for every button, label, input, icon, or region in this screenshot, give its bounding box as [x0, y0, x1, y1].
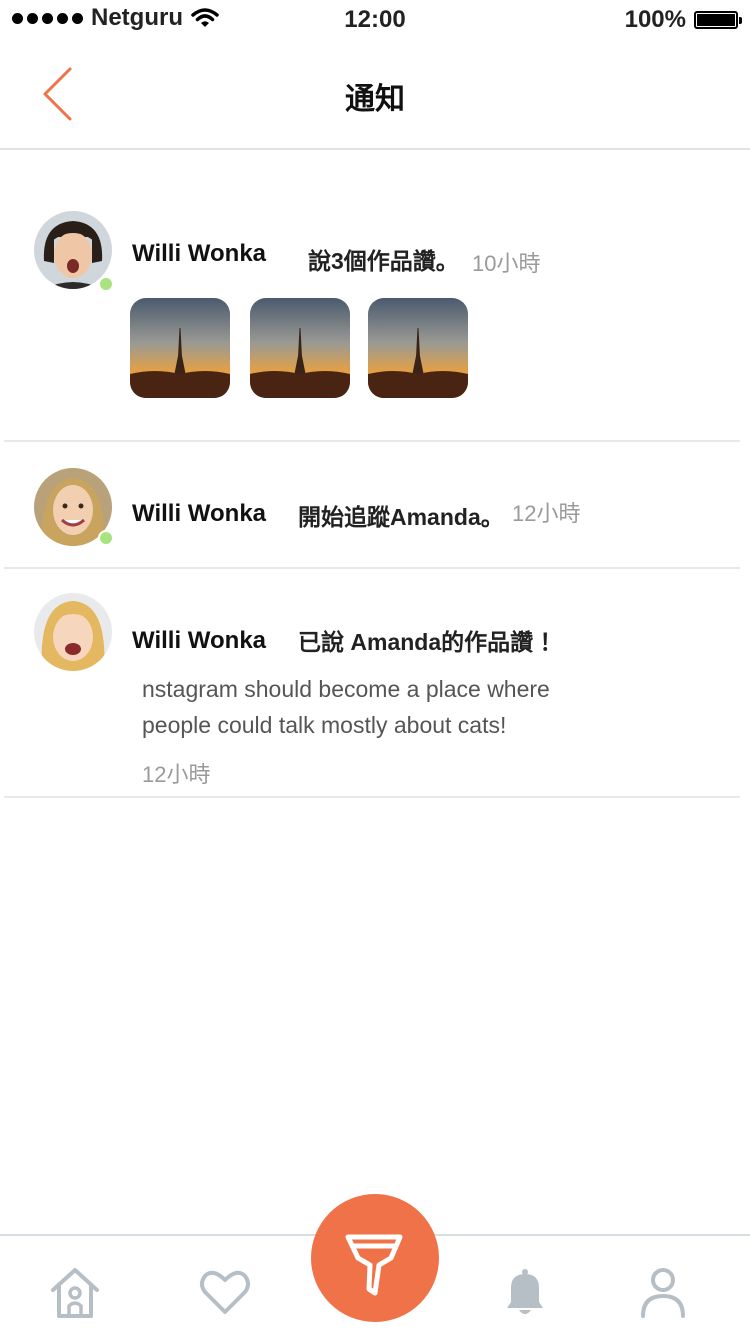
photo-thumbnail[interactable] — [250, 298, 350, 398]
notification-text: 開始追蹤Amanda。 — [298, 504, 504, 530]
notification-item[interactable]: Willi Wonka 已說 Amanda的作品讚 ！ nstagram sho… — [4, 567, 740, 798]
timestamp: 12小時 — [142, 762, 211, 787]
notification-item[interactable]: Willi Wonka 說3個作品讚。 10小時 — [4, 150, 740, 442]
photo-thumbnail[interactable] — [130, 298, 230, 398]
battery-icon — [694, 11, 742, 29]
battery-percent: 100% — [624, 6, 686, 33]
battery-status: 100% — [624, 6, 742, 34]
timestamp: 10小時 — [472, 251, 541, 276]
eiffel-tower-image — [368, 298, 468, 398]
avatar[interactable] — [34, 593, 112, 671]
notification-text: 說3個作品讚。 — [308, 248, 459, 274]
notification-item[interactable]: Willi Wonka 開始追蹤Amanda。 12小時 — [4, 440, 740, 569]
nav-bar: 通知 — [0, 40, 750, 150]
home-icon[interactable] — [47, 1264, 103, 1320]
heart-icon[interactable] — [197, 1264, 253, 1320]
avatar-image — [34, 593, 112, 671]
filter-button[interactable] — [311, 1194, 439, 1322]
eiffel-tower-image — [130, 298, 230, 398]
bell-icon[interactable] — [497, 1264, 553, 1320]
online-indicator — [98, 276, 114, 292]
eiffel-tower-image — [250, 298, 350, 398]
user-name[interactable]: Willi Wonka — [132, 500, 266, 528]
online-indicator — [98, 530, 114, 546]
comment-text: nstagram should become a place where peo… — [142, 671, 550, 743]
status-bar: Netguru 12:00 100% — [0, 0, 750, 40]
comment-line: people could talk mostly about cats! — [142, 712, 507, 738]
filter-icon — [345, 1234, 403, 1296]
photo-thumbnail[interactable] — [368, 298, 468, 398]
user-name[interactable]: Willi Wonka — [132, 627, 266, 655]
user-icon[interactable] — [635, 1264, 691, 1320]
timestamp: 12小時 — [512, 501, 581, 526]
user-name[interactable]: Willi Wonka — [132, 240, 266, 268]
notification-text: 已說 Amanda的作品讚 ！ — [298, 629, 563, 655]
comment-line: nstagram should become a place where — [142, 676, 550, 702]
page-title: 通知 — [345, 83, 405, 116]
